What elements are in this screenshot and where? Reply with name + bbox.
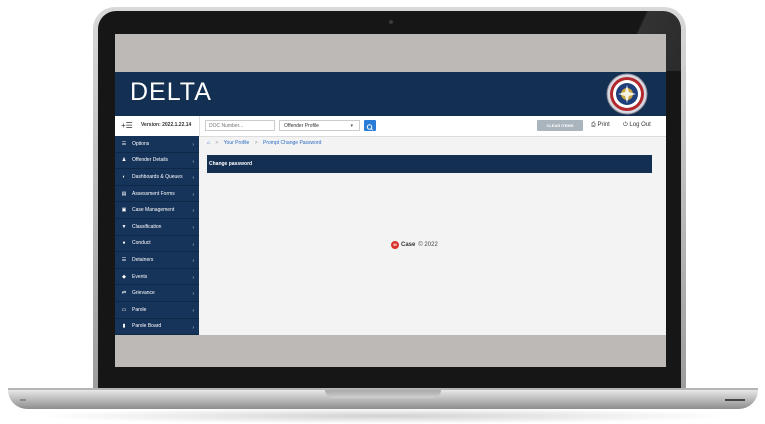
sidebar-item-conduct[interactable]: ● Conduct › <box>115 236 199 253</box>
sidebar: ☰ Options › ♟ Offender Details › ◐ Dashb… <box>115 136 199 335</box>
breadcrumb: ⌂ > Your Profile > Prompt Change Passwor… <box>207 140 325 146</box>
chevron-right-icon: › <box>192 175 194 182</box>
footer: M Case © 2022 <box>391 241 438 249</box>
doc-number-input[interactable] <box>205 120 275 131</box>
sidebar-item-label: Offender Details <box>132 157 169 164</box>
sidebar-item-assessment-forms[interactable]: ▤ Assessment Forms › <box>115 186 199 203</box>
filter-icon: ▼ <box>121 223 127 230</box>
print-label: Print <box>597 122 610 128</box>
logout-link[interactable]: ⏻ Log Out <box>623 122 651 129</box>
breadcrumb-your-profile[interactable]: Your Profile <box>224 140 250 146</box>
briefcase-icon: ▣ <box>121 207 127 214</box>
person-icon: ♟ <box>121 157 127 164</box>
chevron-right-icon: › <box>192 191 194 198</box>
toolbar-divider <box>199 116 200 136</box>
webcam-icon <box>389 20 393 24</box>
chevron-right-icon: › <box>192 258 194 265</box>
chevron-right-icon: › <box>192 291 194 298</box>
toolbar: +☰ Version: 2022.1.22.14 Offender Profil… <box>115 116 666 137</box>
sidebar-item-parole-board[interactable]: ▮ Parole Board › <box>115 319 199 335</box>
clear-items-button[interactable]: CLEAR ITEMS <box>537 120 583 131</box>
exchange-icon: ⇄ <box>121 290 127 297</box>
alert-icon: ● <box>122 240 126 247</box>
search-button[interactable] <box>364 120 376 131</box>
page-title-bar: Change password <box>207 155 652 173</box>
sidebar-item-label: Classification <box>132 223 162 230</box>
state-seal-icon <box>606 73 648 115</box>
sidebar-item-dashboards[interactable]: ◐ Dashboards & Queues › <box>115 169 199 186</box>
breadcrumb-separator: > <box>215 140 219 146</box>
chevron-down-icon: ▾ <box>350 123 353 129</box>
app-brand: DELTA <box>130 78 212 106</box>
sidebar-item-label: Options <box>132 140 150 147</box>
logout-label: Log Out <box>629 122 651 128</box>
profile-select-value: Offender Profile <box>284 123 319 129</box>
laptop-shadow <box>30 408 735 424</box>
sidebar-item-label: Assessment Forms <box>132 190 175 197</box>
version-label: Version: 2022.1.22.14 <box>141 122 192 128</box>
sidebar-item-label: Conduct <box>132 240 151 247</box>
print-icon: ⎙ <box>591 122 596 128</box>
bookmark-icon: ▮ <box>122 323 126 330</box>
chevron-right-icon: › <box>192 274 194 281</box>
home-icon[interactable]: ⌂ <box>207 140 210 146</box>
sidebar-item-label: Events <box>132 273 148 280</box>
laptop-edge-mark-left <box>20 399 26 401</box>
sidebar-item-offender-details[interactable]: ♟ Offender Details › <box>115 153 199 170</box>
sidebar-item-detainers[interactable]: ☰ Detainers › <box>115 252 199 269</box>
screen-bottom-margin <box>115 335 666 367</box>
page-title: Change password <box>209 161 253 167</box>
form-icon: ▤ <box>121 190 127 197</box>
sidebar-item-case-management[interactable]: ▣ Case Management › <box>115 202 199 219</box>
laptop-opening-notch <box>325 390 441 398</box>
chevron-right-icon: › <box>192 158 194 165</box>
sidebar-item-label: Case Management <box>132 207 175 214</box>
sidebar-item-events[interactable]: ◆ Events › <box>115 269 199 286</box>
case-logo-icon: M <box>391 241 399 249</box>
footer-brand: Case <box>401 242 416 248</box>
sidebar-item-label: Parole <box>132 306 147 313</box>
screen: DELTA +☰ Version: 2022.1.22.14 Offender … <box>115 34 666 367</box>
chevron-right-icon: › <box>192 324 194 331</box>
sidebar-item-classification[interactable]: ▼ Classification › <box>115 219 199 236</box>
list-icon: ☰ <box>121 140 127 147</box>
sidebar-item-options[interactable]: ☰ Options › <box>115 136 199 153</box>
chevron-right-icon: › <box>192 224 194 231</box>
sidebar-item-label: Dashboards & Queues <box>132 173 183 180</box>
sidebar-item-grievance[interactable]: ⇄ Grievance › <box>115 285 199 302</box>
footer-copyright: © 2022 <box>418 242 438 248</box>
power-icon: ⏻ <box>623 122 628 128</box>
search-icon <box>366 124 373 131</box>
tag-icon: ◆ <box>122 273 126 280</box>
dashboard-icon: ◐ <box>122 173 126 180</box>
chevron-right-icon: › <box>192 307 194 314</box>
app-header: DELTA <box>115 72 666 116</box>
screen-top-margin <box>115 34 666 72</box>
breadcrumb-separator: > <box>254 140 258 146</box>
list-icon: ☰ <box>121 256 127 263</box>
print-link[interactable]: ⎙ Print <box>591 122 610 129</box>
clear-items-label: CLEAR ITEMS <box>546 123 574 128</box>
sidebar-item-label: Parole Board <box>132 323 162 330</box>
menu-toggle-button[interactable]: +☰ <box>121 121 133 130</box>
chevron-right-icon: › <box>192 241 194 248</box>
laptop-edge-mark-right <box>725 399 745 401</box>
breadcrumb-change-password[interactable]: Prompt Change Password <box>263 140 321 146</box>
sidebar-item-label: Grievance <box>132 290 155 297</box>
chevron-right-icon: › <box>192 208 194 215</box>
chevron-right-icon: › <box>192 142 194 148</box>
profile-select[interactable]: Offender Profile ▾ <box>279 120 360 131</box>
sidebar-item-parole[interactable]: ▭ Parole › <box>115 302 199 319</box>
laptop-icon: ▭ <box>121 306 127 313</box>
sidebar-item-label: Detainers <box>132 256 154 263</box>
